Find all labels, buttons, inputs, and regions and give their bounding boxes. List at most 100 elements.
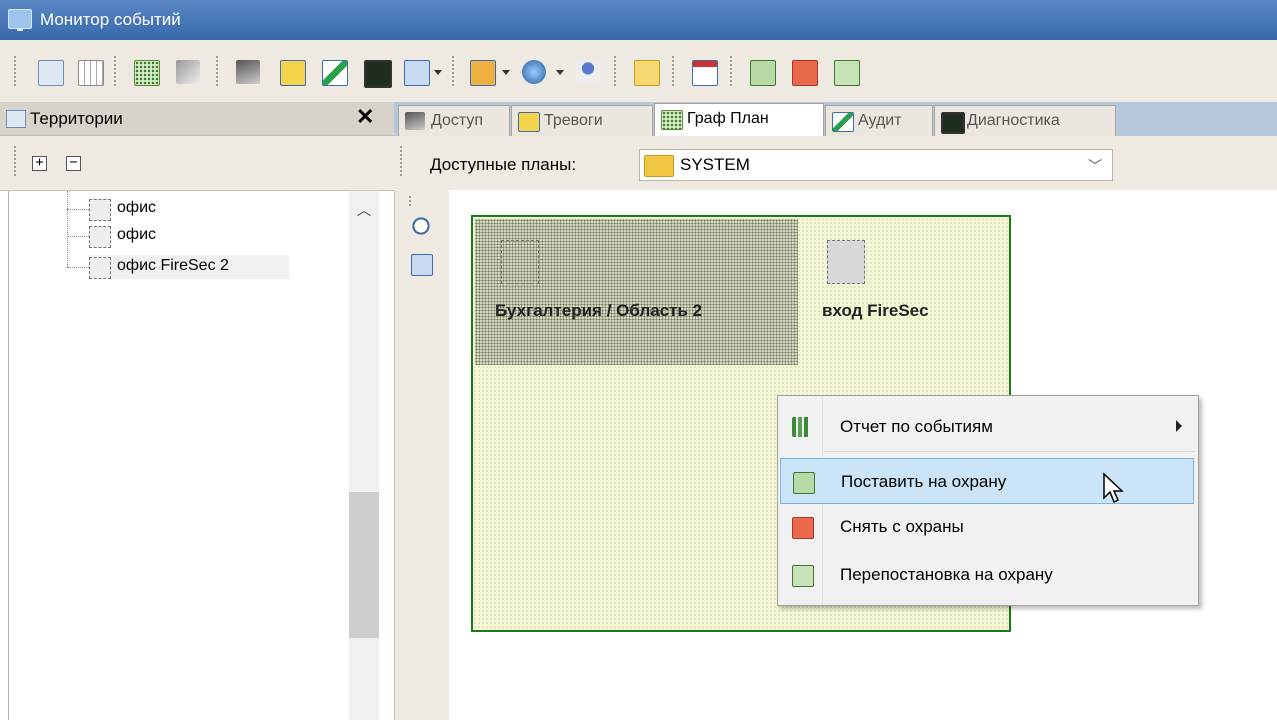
tree-scrollbar[interactable] bbox=[349, 191, 379, 720]
device-icon[interactable] bbox=[522, 60, 546, 84]
alarm-warning-icon[interactable] bbox=[280, 60, 306, 86]
plan-vertical-toolbar bbox=[394, 190, 450, 720]
checklist-icon[interactable] bbox=[692, 60, 718, 86]
tab-graph-plan[interactable]: Граф План bbox=[654, 103, 824, 137]
territories-panel-header: Территории ✕ bbox=[0, 102, 394, 136]
grid-icon[interactable] bbox=[78, 60, 104, 86]
zone-icon bbox=[89, 199, 111, 221]
zone-accounting[interactable]: Бухгалтерия / Область 2 bbox=[475, 219, 798, 365]
territories-panel-title: Территории bbox=[30, 109, 123, 128]
tree-line bbox=[67, 191, 68, 267]
territories-toolbar: + − bbox=[0, 136, 394, 191]
tree-line bbox=[67, 267, 89, 268]
tree-item-label: офис bbox=[117, 226, 156, 243]
territories-tree: офис офис офис FireSec 2 bbox=[9, 191, 349, 720]
tabs-bar: Доступ Тревоги Граф План Аудит Диагности… bbox=[394, 102, 1277, 137]
toolbar-grip bbox=[14, 56, 16, 88]
tree-scrollbar-thumb[interactable] bbox=[349, 492, 379, 638]
arm-icon[interactable] bbox=[750, 60, 776, 86]
toolbar-separator bbox=[452, 56, 454, 88]
zoom-icon[interactable] bbox=[404, 60, 430, 86]
zone-label: Бухгалтерия / Область 2 bbox=[495, 301, 703, 320]
toolbar-separator bbox=[114, 56, 116, 88]
graph-plan-icon[interactable] bbox=[134, 60, 160, 86]
diagnostics-monitor-icon[interactable] bbox=[364, 60, 392, 88]
tree-line bbox=[67, 209, 89, 210]
menu-item-rearm[interactable]: Перепостановка на охрану bbox=[780, 552, 1194, 598]
tree-item-selected[interactable]: офис FireSec 2 bbox=[89, 255, 289, 279]
title-bar: Монитор событий bbox=[0, 0, 1277, 40]
chart-icon bbox=[792, 417, 812, 437]
territory-tree-icon[interactable] bbox=[38, 60, 64, 86]
menu-item-label: Отчет по событиям bbox=[840, 417, 993, 436]
scroll-up-icon[interactable]: ︿ bbox=[357, 200, 371, 220]
menu-item-arm[interactable]: Поставить на охрану bbox=[780, 458, 1194, 504]
rearm-icon[interactable] bbox=[834, 60, 860, 86]
disarm-icon[interactable] bbox=[792, 60, 818, 86]
tab-audit[interactable]: Аудит bbox=[825, 105, 933, 136]
tree-item-label: офис bbox=[117, 199, 156, 216]
tree-item[interactable]: офис bbox=[89, 224, 329, 248]
plans-label: Доступные планы: bbox=[430, 155, 577, 174]
audit-pencil-icon[interactable] bbox=[322, 60, 348, 86]
chevron-right-icon bbox=[1176, 420, 1182, 432]
toolbar-grip bbox=[409, 196, 411, 206]
audit-pencil-icon bbox=[832, 112, 854, 132]
door-device-icon[interactable] bbox=[827, 240, 865, 284]
tab-label: Доступ bbox=[431, 112, 484, 129]
chevron-down-icon[interactable] bbox=[434, 70, 442, 75]
door-icon[interactable] bbox=[470, 60, 496, 86]
tree-item[interactable]: офис bbox=[89, 197, 329, 221]
tab-alarms[interactable]: Тревоги bbox=[511, 105, 653, 136]
music-note-icon[interactable] bbox=[634, 60, 660, 86]
door-label: вход FireSec bbox=[822, 301, 929, 320]
toolbar-separator bbox=[614, 56, 616, 88]
zone-icon bbox=[501, 240, 539, 284]
close-icon[interactable]: ✕ bbox=[356, 104, 374, 130]
arm-icon bbox=[793, 472, 815, 494]
tab-label: Диагностика bbox=[967, 112, 1060, 129]
tab-access[interactable]: Доступ bbox=[398, 105, 510, 136]
monitor-icon bbox=[8, 9, 32, 31]
menu-item-events-report[interactable]: Отчет по событиям bbox=[780, 404, 1194, 450]
toolbar-grip bbox=[400, 146, 402, 178]
tab-diagnostics[interactable]: Диагностика bbox=[934, 105, 1116, 136]
plans-select-value: SYSTEM bbox=[680, 155, 750, 174]
tab-label: Аудит bbox=[858, 112, 902, 129]
context-menu: Отчет по событиям Поставить на охрану Сн… bbox=[777, 395, 1199, 606]
binoculars-icon[interactable] bbox=[176, 60, 200, 84]
toolbar-separator bbox=[730, 56, 732, 88]
graph-plan-icon bbox=[661, 110, 683, 130]
toolbar-grip bbox=[14, 146, 16, 178]
folder-icon bbox=[644, 155, 674, 177]
expand-all-button[interactable]: + bbox=[32, 156, 47, 171]
menu-item-label: Поставить на охрану bbox=[841, 472, 1007, 491]
chevron-down-icon[interactable]: ﹀ bbox=[1088, 156, 1102, 176]
menu-item-label: Перепостановка на охрану bbox=[840, 565, 1053, 584]
toolbar-separator bbox=[672, 56, 674, 88]
menu-separator bbox=[824, 451, 1194, 452]
disarm-icon bbox=[792, 517, 814, 539]
rearm-icon bbox=[792, 565, 814, 587]
flashlight-icon bbox=[405, 112, 425, 130]
zoom-actual-size-icon[interactable] bbox=[411, 216, 431, 236]
zoom-fit-icon[interactable] bbox=[411, 254, 433, 276]
chevron-down-icon[interactable] bbox=[556, 70, 564, 75]
collapse-all-button[interactable]: − bbox=[66, 156, 81, 171]
menu-item-disarm[interactable]: Снять с охраны bbox=[780, 504, 1194, 550]
alarm-warning-icon bbox=[518, 112, 540, 132]
users-icon[interactable] bbox=[576, 60, 600, 84]
toolbar-separator bbox=[216, 56, 218, 88]
main-toolbar bbox=[0, 40, 1277, 103]
mouse-cursor-icon bbox=[1103, 472, 1124, 504]
plans-toolbar: Доступные планы: SYSTEM ﹀ bbox=[394, 136, 1277, 191]
plans-select[interactable]: SYSTEM ﹀ bbox=[639, 149, 1113, 181]
menu-item-label: Снять с охраны bbox=[840, 517, 964, 536]
territory-tree-icon bbox=[6, 110, 26, 128]
tab-label: Граф План bbox=[687, 110, 769, 127]
chevron-down-icon[interactable] bbox=[502, 70, 510, 75]
diagnostics-monitor-icon bbox=[941, 112, 965, 134]
zone-icon bbox=[89, 226, 111, 248]
tree-item-label: офис FireSec 2 bbox=[117, 257, 229, 274]
flashlight-icon[interactable] bbox=[236, 60, 260, 84]
